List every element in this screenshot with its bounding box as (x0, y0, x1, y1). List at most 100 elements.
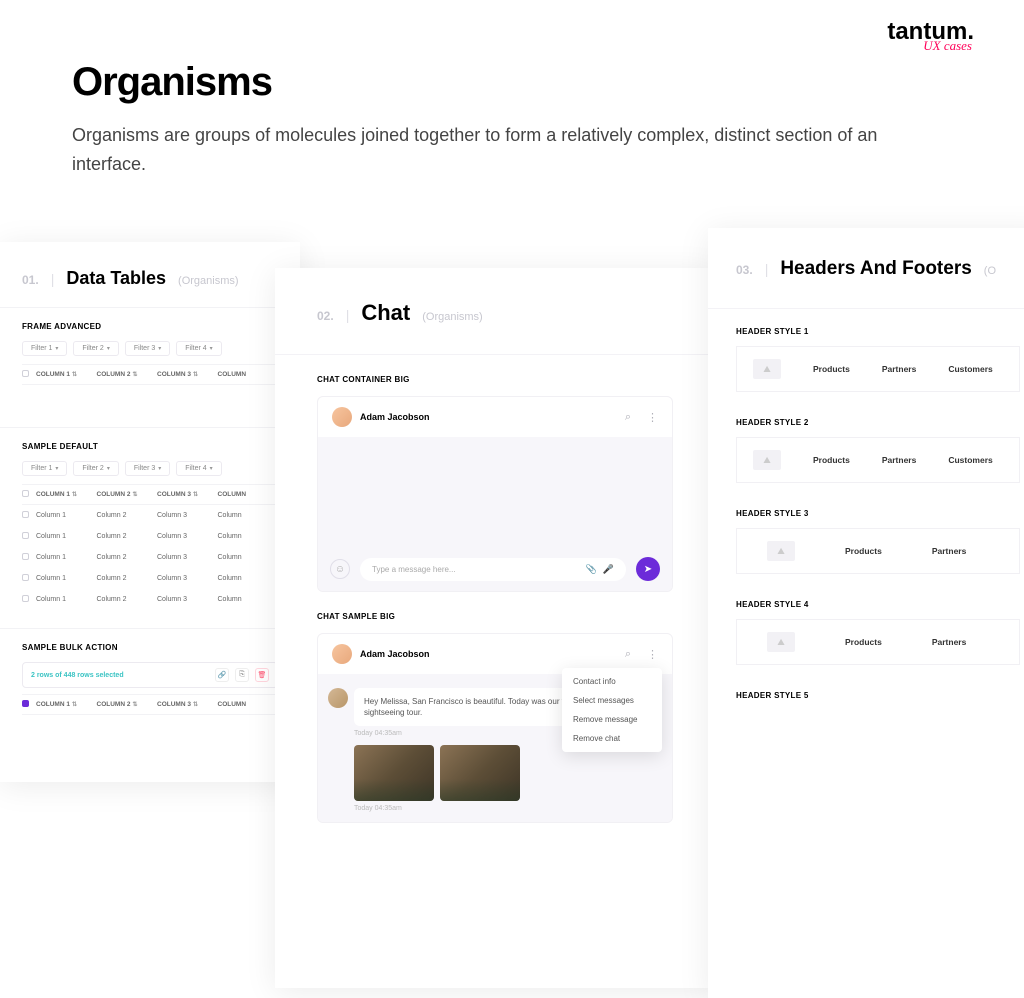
menu-item-remove-chat[interactable]: Remove chat (562, 729, 662, 748)
checkbox[interactable] (22, 574, 29, 581)
avatar (332, 407, 352, 427)
section-bulk-action: SAMPLE BULK ACTION (0, 628, 300, 662)
column-header[interactable]: COLUMN 1⇅ (36, 701, 97, 708)
bulk-action-bar: 2 rows of 448 rows selected 🔗 ⎘ 🗑 (22, 662, 278, 688)
brand-subtitle: UX cases (923, 38, 972, 54)
data-table: COLUMN 1⇅ COLUMN 2⇅ COLUMN 3⇅ COLUMN Col… (22, 484, 278, 610)
header-preview: ⛰ Products Partners Customers (736, 437, 1020, 483)
checkbox[interactable] (22, 553, 29, 560)
panel-divider: | (765, 261, 769, 277)
column-header[interactable]: COLUMN (218, 371, 279, 378)
send-button[interactable]: ➤ (636, 557, 660, 581)
panel-headers-footers: 03. | Headers And Footers (O HEADER STYL… (708, 228, 1024, 998)
column-header[interactable]: COLUMN 3⇅ (157, 701, 218, 708)
chat-header: Adam Jacobson ⌕ ⋮ (318, 397, 672, 437)
page-title: Organisms (72, 60, 952, 105)
chevron-down-icon: ▾ (158, 345, 161, 352)
chat-input-row: ☺ Type a message here... 📎 🎤 ➤ (318, 547, 672, 591)
more-icon[interactable]: ⋮ (647, 411, 658, 424)
nav-link[interactable]: Partners (882, 455, 917, 465)
filter-chip[interactable]: Filter 3▾ (125, 341, 170, 356)
more-icon[interactable]: ⋮ (647, 648, 658, 661)
filter-chip[interactable]: Filter 3▾ (125, 461, 170, 476)
section-header-style-1: HEADER STYLE 1 (708, 309, 1024, 346)
column-header[interactable]: COLUMN 1⇅ (36, 491, 97, 498)
nav-link[interactable]: Partners (932, 637, 967, 647)
section-chat-container-big: CHAT CONTAINER BIG (275, 355, 715, 396)
header-nav: Products Partners (845, 637, 966, 647)
chat-image[interactable] (440, 745, 520, 801)
bulk-selection-text: 2 rows of 448 rows selected (31, 672, 124, 679)
panel-title: Headers And Footers (780, 258, 971, 280)
nav-link[interactable]: Products (845, 546, 882, 556)
filter-chip[interactable]: Filter 4▾ (176, 341, 221, 356)
panel-chat: 02. | Chat (Organisms) CHAT CONTAINER BI… (275, 268, 715, 988)
avatar (328, 688, 348, 708)
column-header[interactable]: COLUMN 3⇅ (157, 491, 218, 498)
menu-item-select-messages[interactable]: Select messages (562, 691, 662, 710)
nav-link[interactable]: Partners (882, 364, 917, 374)
attachment-icon[interactable]: 📎 (586, 564, 597, 575)
filter-chip[interactable]: Filter 2▾ (73, 341, 118, 356)
table-row[interactable]: Column 1Column 2Column 3Column (22, 526, 278, 547)
nav-link[interactable]: Customers (948, 364, 992, 374)
panel-title: Data Tables (66, 268, 166, 289)
filter-chip[interactable]: Filter 1▾ (22, 341, 67, 356)
table-row[interactable]: Column 1Column 2Column 3Column (22, 568, 278, 589)
avatar (332, 644, 352, 664)
chevron-down-icon: ▾ (55, 345, 58, 352)
table-row[interactable]: Column 1Column 2Column 3Column (22, 589, 278, 610)
panels-stage: 01. | Data Tables (Organisms) FRAME ADVA… (0, 228, 1024, 774)
header-nav: Products Partners Customers (813, 364, 993, 374)
column-header[interactable]: COLUMN 2⇅ (97, 371, 158, 378)
chevron-down-icon: ▾ (210, 345, 213, 352)
nav-link[interactable]: Products (845, 637, 882, 647)
menu-item-contact-info[interactable]: Contact info (562, 672, 662, 691)
column-header[interactable]: COLUMN 2⇅ (97, 701, 158, 708)
filter-chip[interactable]: Filter 2▾ (73, 461, 118, 476)
filter-row: Filter 1▾ Filter 2▾ Filter 3▾ Filter 4▾ (0, 461, 300, 484)
section-header-style-5: HEADER STYLE 5 (708, 673, 1024, 710)
checkbox[interactable] (22, 595, 29, 602)
trash-icon[interactable]: 🗑 (255, 668, 269, 682)
filter-chip[interactable]: Filter 4▾ (176, 461, 221, 476)
header-preview: ⛰ Products Partners (736, 528, 1020, 574)
chat-image[interactable] (354, 745, 434, 801)
checkbox[interactable] (22, 532, 29, 539)
nav-link[interactable]: Customers (948, 455, 992, 465)
checkbox[interactable] (22, 700, 29, 707)
panel-number: 03. (736, 263, 753, 277)
link-icon[interactable]: 🔗 (215, 668, 229, 682)
column-header[interactable]: COLUMN (218, 491, 279, 498)
panel-title: Chat (361, 300, 410, 326)
checkbox[interactable] (22, 511, 29, 518)
nav-link[interactable]: Partners (932, 546, 967, 556)
logo-placeholder: ⛰ (753, 450, 781, 470)
column-header[interactable]: COLUMN 2⇅ (97, 491, 158, 498)
nav-link[interactable]: Products (813, 364, 850, 374)
chat-username: Adam Jacobson (360, 649, 609, 659)
mic-icon[interactable]: 🎤 (603, 564, 614, 575)
filter-chip[interactable]: Filter 1▾ (22, 461, 67, 476)
search-icon[interactable]: ⌕ (625, 648, 631, 661)
column-header[interactable]: COLUMN (218, 701, 279, 708)
panel-divider: | (346, 307, 350, 323)
chat-body (318, 437, 672, 547)
panel-data-tables: 01. | Data Tables (Organisms) FRAME ADVA… (0, 242, 300, 782)
column-header[interactable]: COLUMN 1⇅ (36, 371, 97, 378)
filter-row: Filter 1▾ Filter 2▾ Filter 3▾ Filter 4▾ (0, 341, 300, 364)
checkbox[interactable] (22, 370, 29, 377)
column-header[interactable]: COLUMN 3⇅ (157, 371, 218, 378)
nav-link[interactable]: Products (813, 455, 850, 465)
chat-container: Adam Jacobson ⌕ ⋮ ☺ Type a message here.… (317, 396, 673, 592)
chat-input[interactable]: Type a message here... 📎 🎤 (360, 558, 626, 581)
table-row[interactable]: Column 1Column 2Column 3Column (22, 505, 278, 526)
checkbox[interactable] (22, 490, 29, 497)
section-chat-sample-big: CHAT SAMPLE BIG (275, 592, 715, 633)
menu-item-remove-message[interactable]: Remove message (562, 710, 662, 729)
table-row[interactable]: Column 1Column 2Column 3Column (22, 547, 278, 568)
copy-icon[interactable]: ⎘ (235, 668, 249, 682)
panel-header: 03. | Headers And Footers (O (708, 228, 1024, 302)
emoji-icon[interactable]: ☺ (330, 559, 350, 579)
search-icon[interactable]: ⌕ (625, 411, 631, 424)
